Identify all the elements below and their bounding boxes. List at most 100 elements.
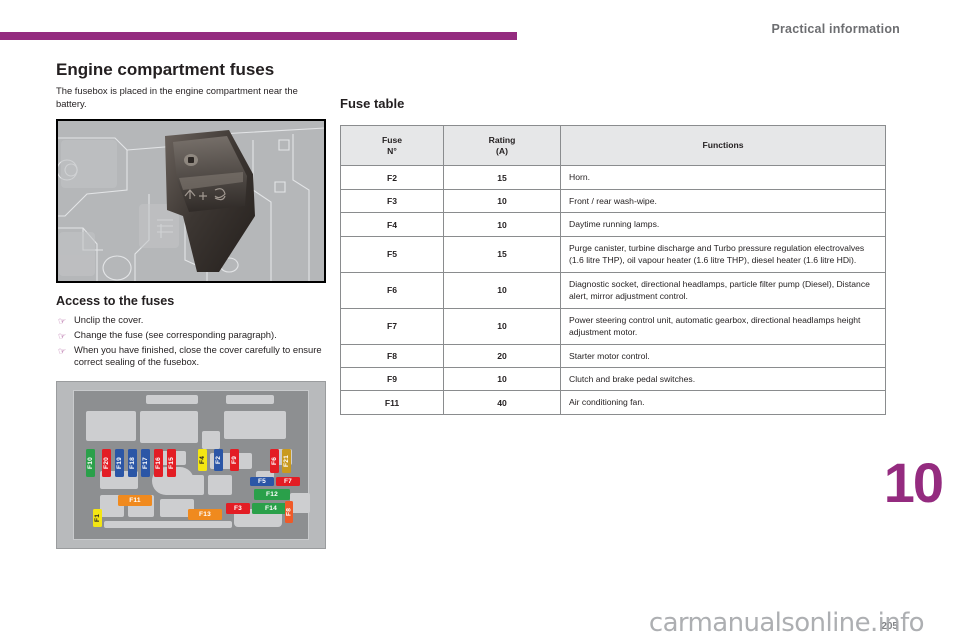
table-row: F9 10 Clutch and brake pedal switches. bbox=[340, 366, 886, 392]
cell-rating: 20 bbox=[443, 343, 561, 369]
fuse-F8: F8 bbox=[285, 501, 293, 524]
list-item: ☞ Change the fuse (see corresponding para… bbox=[56, 329, 324, 342]
cell-functions: Purge canister, turbine discharge and Tu… bbox=[560, 235, 886, 273]
access-steps-list: ☞ Unclip the cover. ☞ Change the fuse (see… bbox=[56, 314, 324, 369]
fuse-F5: F5 bbox=[250, 477, 274, 487]
intro-paragraph: The fusebox is placed in the engine comp… bbox=[56, 85, 298, 109]
fuse-F2: F2 bbox=[214, 449, 223, 472]
relay-block bbox=[146, 395, 198, 405]
fuse-F16: F16 bbox=[154, 449, 163, 478]
relay-block bbox=[208, 475, 232, 496]
cell-fuse: F11 bbox=[340, 390, 444, 415]
table-row: F11 40 Air conditioning fan. bbox=[340, 390, 886, 415]
cell-functions: Clutch and brake pedal switches. bbox=[560, 366, 886, 392]
column-header-rating-line1: Rating bbox=[488, 135, 516, 145]
fuse-F15: F15 bbox=[167, 449, 176, 478]
cell-functions: Power steering control unit, automatic g… bbox=[560, 307, 886, 345]
column-header-fuse-line2: N° bbox=[387, 145, 397, 156]
access-heading: Access to the fuses bbox=[56, 294, 175, 309]
table-row: F2 15 Horn. bbox=[340, 165, 886, 190]
fuse-table-heading: Fuse table bbox=[340, 96, 405, 111]
list-item: ☞ Unclip the cover. bbox=[56, 314, 324, 327]
header-accent-rule bbox=[0, 32, 517, 40]
table-row: F5 15 Purge canister, turbine discharge … bbox=[340, 235, 886, 273]
list-item: ☞ When you have finished, close the cover… bbox=[56, 344, 324, 369]
cell-functions: Diagnostic socket, directional headlamps… bbox=[560, 271, 886, 309]
fuse-F6: F6 bbox=[270, 449, 279, 474]
cell-rating: 10 bbox=[443, 366, 561, 392]
cell-fuse: F9 bbox=[340, 366, 444, 392]
fuse-F3: F3 bbox=[226, 503, 250, 515]
fuse-F4: F4 bbox=[198, 449, 207, 472]
cell-rating: 10 bbox=[443, 188, 561, 214]
fuse-F12: F12 bbox=[254, 489, 290, 501]
relay-block bbox=[224, 411, 286, 440]
fuse-F17: F17 bbox=[141, 449, 150, 478]
table-row: F8 20 Starter motor control. bbox=[340, 343, 886, 369]
pointer-icon: ☞ bbox=[58, 316, 67, 327]
table-row: F7 10 Power steering control unit, autom… bbox=[340, 307, 886, 345]
section-heading: Engine compartment fuses bbox=[56, 60, 275, 79]
cell-functions: Starter motor control. bbox=[560, 343, 886, 369]
fuse-F10: F10 bbox=[86, 449, 95, 478]
fuse-F7: F7 bbox=[276, 477, 300, 487]
column-header-functions: Functions bbox=[560, 124, 886, 167]
engine-bay-illustration bbox=[57, 120, 325, 283]
cell-rating: 15 bbox=[443, 165, 561, 190]
fusebox-diagram: F10 F20 F19 F18 F17 F16 F15 F4 F2 F9 F6 … bbox=[56, 381, 326, 550]
cell-fuse: F6 bbox=[340, 271, 444, 309]
fusebox-plate: F10 F20 F19 F18 F17 F16 F15 F4 F2 F9 F6 … bbox=[73, 390, 310, 541]
cell-functions: Front / rear wash-wipe. bbox=[560, 188, 886, 214]
column-header-rating: Rating (A) bbox=[443, 124, 561, 167]
table-row: F3 10 Front / rear wash-wipe. bbox=[340, 188, 886, 214]
relay-block bbox=[86, 411, 136, 442]
table-header-row: Fuse N° Rating (A) Functions bbox=[340, 124, 886, 167]
cell-rating: 15 bbox=[443, 235, 561, 273]
cell-fuse: F4 bbox=[340, 212, 444, 237]
cell-rating: 10 bbox=[443, 212, 561, 237]
cell-functions: Horn. bbox=[560, 165, 886, 190]
fuse-table: Fuse N° Rating (A) Functions F2 15 Horn.… bbox=[340, 124, 886, 415]
cell-fuse: F8 bbox=[340, 343, 444, 369]
left-column: Engine compartment fuses The fusebox is … bbox=[56, 60, 326, 550]
relay-block bbox=[290, 493, 310, 514]
fuse-F9: F9 bbox=[230, 449, 239, 472]
engine-bay-photo bbox=[56, 119, 326, 284]
cell-fuse: F5 bbox=[340, 235, 444, 273]
fuse-F20: F20 bbox=[102, 449, 111, 478]
relay-block bbox=[140, 411, 198, 444]
list-item-label: Change the fuse (see corresponding parag… bbox=[74, 329, 277, 341]
cell-rating: 10 bbox=[443, 271, 561, 309]
fuse-F11: F11 bbox=[118, 495, 152, 507]
cell-fuse: F2 bbox=[340, 165, 444, 190]
fuse-F18: F18 bbox=[128, 449, 137, 478]
column-header-fuse: Fuse N° bbox=[340, 124, 444, 167]
cell-fuse: F7 bbox=[340, 307, 444, 345]
fuse-F21: F21 bbox=[282, 449, 291, 474]
cell-functions: Air conditioning fan. bbox=[560, 390, 886, 415]
page-title: Practical information bbox=[771, 22, 900, 36]
column-header-fuse-line1: Fuse bbox=[381, 135, 403, 145]
cell-functions: Daytime running lamps. bbox=[560, 212, 886, 237]
cell-rating: 10 bbox=[443, 307, 561, 345]
chapter-number-tab: 10 bbox=[883, 451, 944, 514]
table-head: Fuse N° Rating (A) Functions bbox=[340, 124, 886, 167]
list-item-label: Unclip the cover. bbox=[74, 314, 144, 326]
column-header-rating-line2: (A) bbox=[496, 145, 508, 156]
relay-block bbox=[202, 431, 220, 450]
right-column: Fuse table Fuse N° Rating (A) Functions … bbox=[340, 96, 886, 415]
list-item-label: When you have finished, close the cover … bbox=[74, 343, 322, 368]
relay-block bbox=[104, 521, 232, 529]
watermark: carmanualsonline.info bbox=[648, 608, 925, 638]
relay-block bbox=[226, 395, 274, 405]
cell-rating: 40 bbox=[443, 390, 561, 415]
fuse-F13: F13 bbox=[188, 509, 222, 521]
table-row: F4 10 Daytime running lamps. bbox=[340, 212, 886, 237]
fuse-F1: F1 bbox=[93, 509, 102, 528]
cell-fuse: F3 bbox=[340, 188, 444, 214]
pointer-icon: ☞ bbox=[58, 331, 67, 342]
table-row: F6 10 Diagnostic socket, directional hea… bbox=[340, 271, 886, 309]
fuse-F19: F19 bbox=[115, 449, 124, 478]
pointer-icon: ☞ bbox=[58, 345, 67, 356]
table-body: F2 15 Horn. F3 10 Front / rear wash-wipe… bbox=[340, 165, 886, 415]
